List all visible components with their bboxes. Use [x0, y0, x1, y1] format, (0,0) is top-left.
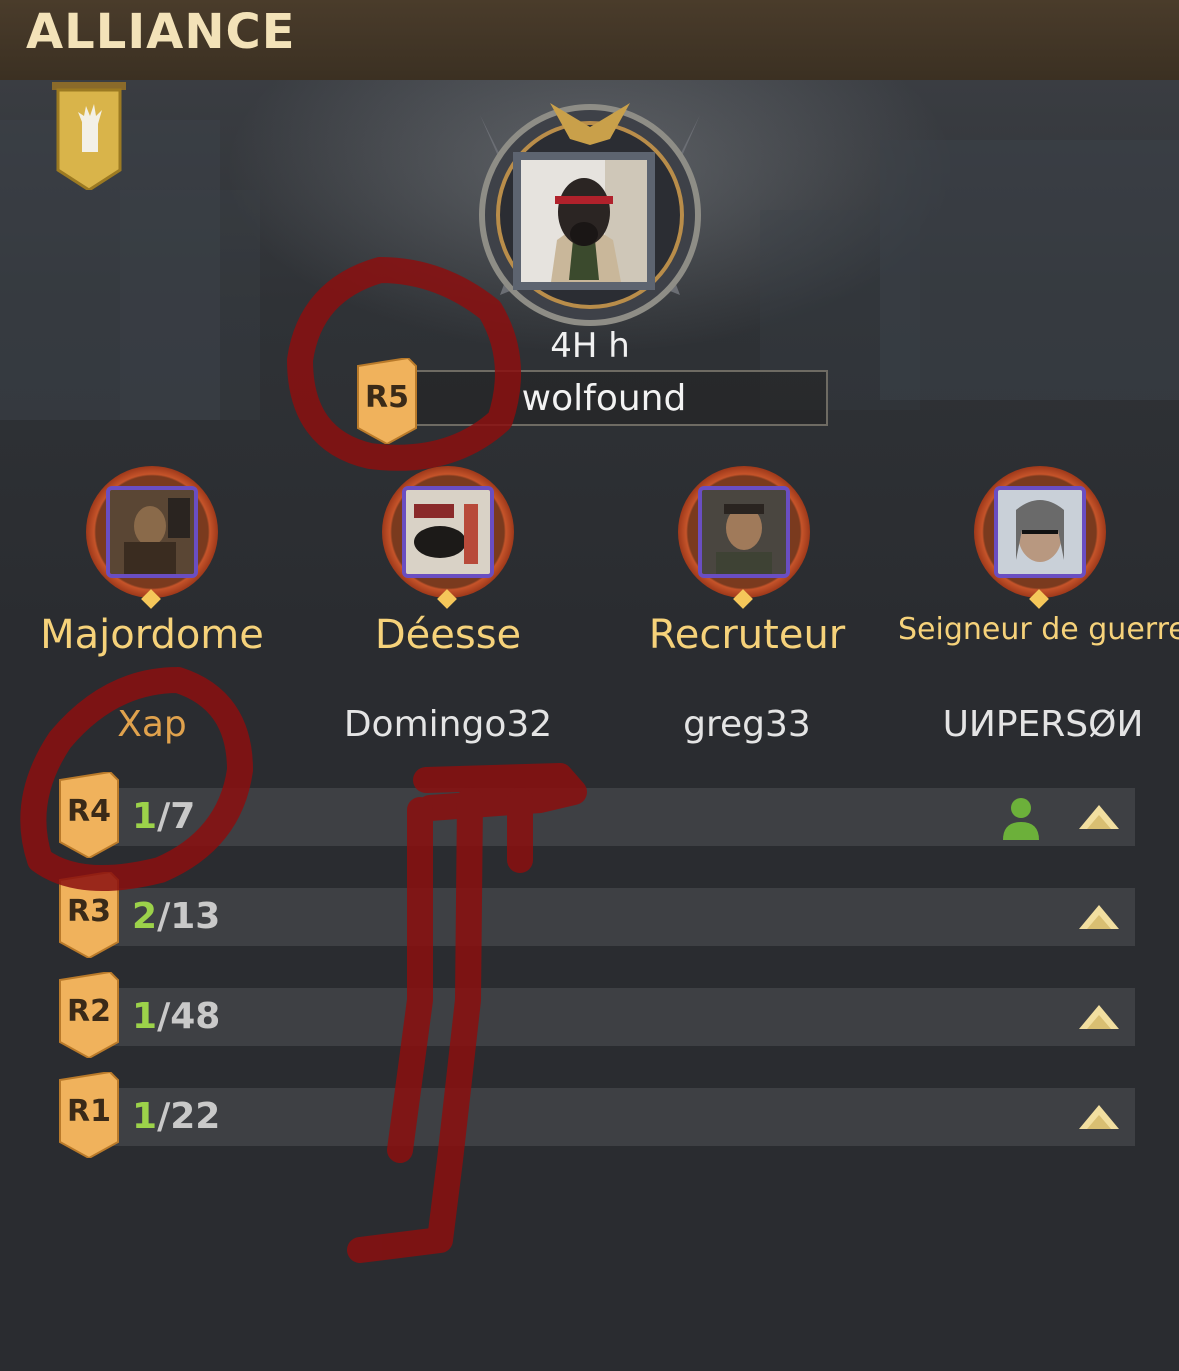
rank-label: R3 [67, 894, 111, 929]
rank-label: R5 [365, 380, 409, 415]
officer-avatar [106, 486, 198, 578]
leader-avatar[interactable] [513, 152, 655, 290]
leader-name-box: wolfound [380, 370, 828, 426]
triangle-up-icon[interactable] [1079, 905, 1119, 929]
officer-member-seigneur[interactable]: UИPERSØИ [900, 704, 1179, 745]
officer-member-deesse[interactable]: Domingo32 [316, 704, 580, 745]
officer-slot-majordome[interactable] [68, 452, 236, 614]
officer-role-recruteur: Recruteur [648, 612, 846, 658]
officer-role-deesse: Déesse [374, 612, 522, 658]
officer-member-majordome[interactable]: Xap [20, 704, 284, 745]
alliance-banner-icon[interactable] [52, 82, 126, 190]
rank-badge-r3: R3 [58, 870, 120, 960]
officer-avatar [698, 486, 790, 578]
rank-count: 1/7 [132, 796, 196, 837]
officer-slot-seigneur[interactable] [956, 452, 1124, 614]
page-title: ALLIANCE [26, 4, 296, 60]
rank-row-r3[interactable]: 2/13 [80, 888, 1135, 946]
rank-label: R1 [67, 1094, 111, 1129]
rank-badge-r2: R2 [58, 970, 120, 1060]
officer-avatar [994, 486, 1086, 578]
triangle-up-icon[interactable] [1079, 1005, 1119, 1029]
officer-slot-deesse[interactable] [364, 452, 532, 614]
rank-row-r2[interactable]: 1/48 [80, 988, 1135, 1046]
rank-row-r1[interactable]: 1/22 [80, 1088, 1135, 1146]
rank-badge-r4: R4 [58, 770, 120, 860]
rank-badge-r5: R5 [356, 356, 418, 446]
rank-count: 1/22 [132, 1096, 221, 1137]
triangle-up-icon[interactable] [1079, 1105, 1119, 1129]
officer-role-majordome: Majordome [40, 612, 264, 658]
rank-label: R2 [67, 994, 111, 1029]
triangle-up-icon[interactable] [1079, 805, 1119, 829]
officer-avatar [402, 486, 494, 578]
leader-level: 4H h [550, 326, 630, 366]
officer-member-recruteur[interactable]: greg33 [612, 704, 882, 745]
rank-row-r4[interactable]: 1/7 [80, 788, 1135, 846]
rank-badge-r1: R1 [58, 1070, 120, 1160]
rank-count: 1/48 [132, 996, 221, 1037]
top-bar: ALLIANCE [0, 0, 1179, 80]
rank-count: 2/13 [132, 896, 221, 937]
person-icon[interactable] [1001, 796, 1041, 840]
leader-name: wolfound [521, 378, 687, 419]
officer-role-seigneur: Seigneur de guerre [898, 612, 1179, 647]
rank-label: R4 [67, 794, 111, 829]
officer-slot-recruteur[interactable] [660, 452, 828, 614]
